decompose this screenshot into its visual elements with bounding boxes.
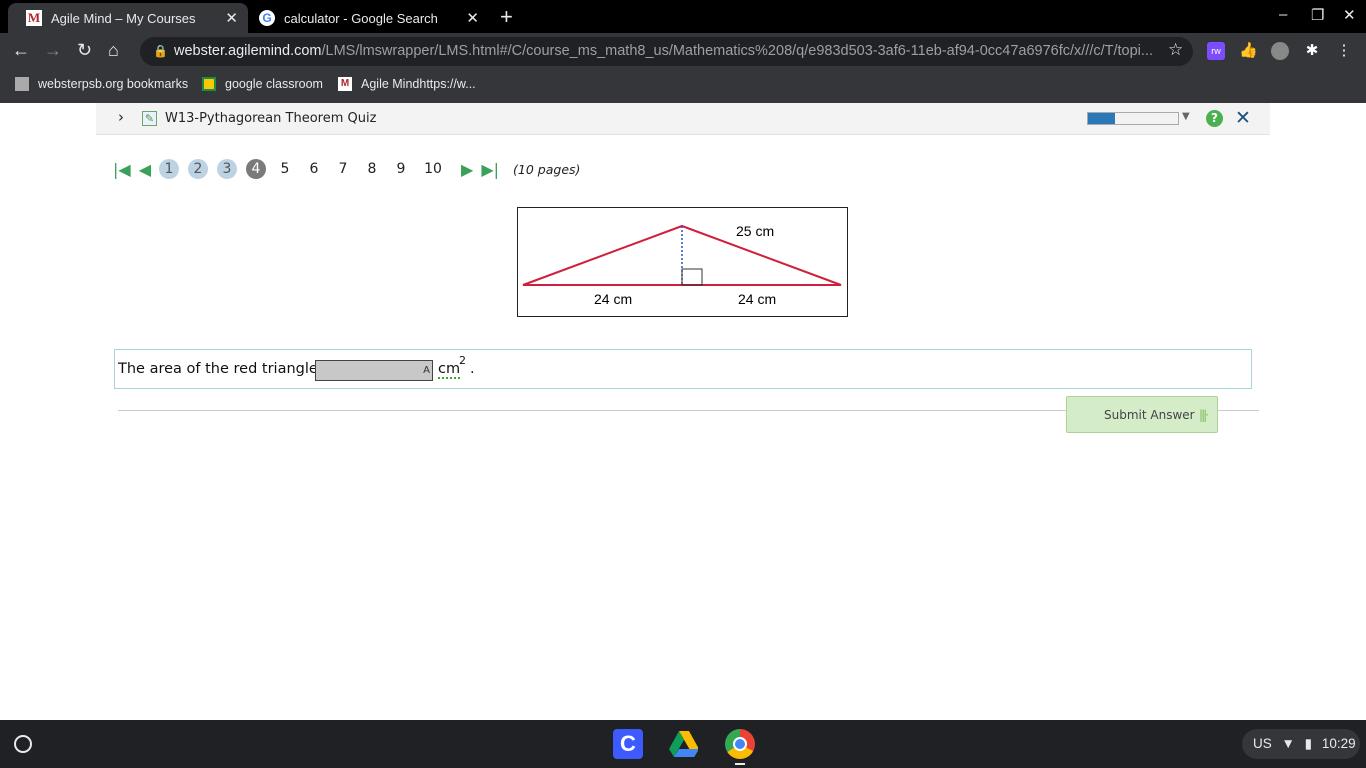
question-box: The area of the red triangle is A cm 2 . [114, 349, 1252, 389]
battery-icon: ▮ [1304, 736, 1313, 751]
tab-agile-mind[interactable]: M Agile Mind – My Courses ✕ [8, 3, 248, 33]
page-navigator: |◀ ◀ 1 2 3 4 5 6 7 8 9 10 ▶ ▶| (10 pages) [113, 158, 580, 180]
unit-exponent: 2 [459, 354, 466, 367]
previous-page-icon[interactable]: ◀ [139, 160, 151, 179]
answer-input[interactable]: A [315, 360, 433, 381]
help-icon[interactable]: ? [1206, 110, 1223, 127]
tab-title: calculator - Google Search [284, 10, 438, 26]
back-icon[interactable]: ← [12, 40, 30, 61]
agilemind-icon: M [338, 77, 352, 91]
reload-icon[interactable]: ↻ [77, 40, 92, 61]
right-base-label: 24 cm [738, 291, 776, 307]
close-tab-icon[interactable]: ✕ [466, 9, 479, 27]
tab-strip: M Agile Mind – My Courses ✕ G calculator… [0, 0, 1366, 33]
quiz-title: W13-Pythagorean Theorem Quiz [165, 111, 377, 126]
extension-thumbs-up-icon[interactable]: 👍 [1239, 42, 1258, 60]
window-close-icon[interactable]: ✕ [1343, 6, 1356, 24]
minimize-icon[interactable]: – [1279, 6, 1287, 23]
left-base-label: 24 cm [594, 291, 632, 307]
page-count: (10 pages) [513, 161, 581, 177]
quiz-progress-bar[interactable] [1087, 112, 1179, 125]
page-2-button[interactable]: 2 [188, 159, 209, 179]
submit-answer-button[interactable]: Submit Answer |||· [1066, 396, 1218, 433]
page-8-button[interactable]: 8 [362, 159, 382, 179]
home-icon[interactable]: ⌂ [108, 40, 119, 61]
page-10-button[interactable]: 10 [420, 159, 446, 179]
system-shelf: C US ▼ ▮ 10:29 [0, 720, 1366, 768]
tab-google-search[interactable]: G calculator - Google Search ✕ [241, 3, 489, 33]
close-quiz-icon[interactable]: ✕ [1235, 107, 1251, 129]
page-1-button[interactable]: 1 [159, 159, 180, 179]
bookmark-label: websterpsb.org bookmarks [38, 77, 189, 91]
url-host: webster.agilemind.com [174, 43, 322, 59]
submit-label: Submit Answer [1104, 408, 1195, 422]
extension-gorilla-icon[interactable] [1271, 42, 1289, 60]
bookmark-agile-mind[interactable]: M Agile Mindhttps://w... [338, 77, 476, 91]
lock-icon: 🔒 [153, 44, 168, 58]
wifi-icon: ▼ [1281, 736, 1295, 751]
agilemind-favicon-icon: M [26, 10, 42, 26]
dropdown-caret-icon[interactable]: ▼ [1182, 111, 1190, 122]
unit-label[interactable]: cm [438, 361, 461, 379]
hypotenuse-label: 25 cm [736, 223, 774, 239]
triangle-figure: 25 cm 24 cm 24 cm [517, 207, 848, 317]
audio-bars-icon: |||· [1199, 408, 1209, 422]
bookmarks-bar: websterpsb.org bookmarks google classroo… [0, 70, 1366, 103]
locale-label: US [1253, 736, 1272, 751]
page-4-button[interactable]: 4 [246, 159, 267, 179]
quiz-page: › ✎ W13-Pythagorean Theorem Quiz ▼ ? ✕ |… [0, 103, 1366, 720]
folder-icon [15, 77, 29, 91]
restore-icon[interactable]: ❐ [1311, 6, 1324, 24]
canvas-app-icon[interactable]: C [613, 729, 643, 759]
address-bar[interactable]: 🔒 webster.agilemind.com/LMS/lmswrapper/L… [140, 37, 1193, 66]
page-6-button[interactable]: 6 [304, 159, 324, 179]
bookmark-label: Agile Mindhttps://w... [361, 77, 476, 91]
new-tab-icon[interactable]: + [500, 4, 513, 30]
page-5-button[interactable]: 5 [275, 159, 295, 179]
last-page-icon[interactable]: ▶| [481, 160, 499, 179]
forward-icon[interactable]: → [44, 40, 62, 61]
browser-toolbar: ← → ↻ ⌂ 🔒 webster.agilemind.com/LMS/lmsw… [0, 33, 1366, 70]
google-drive-icon[interactable] [668, 729, 698, 759]
running-indicator [735, 763, 745, 765]
sentence-end: . [470, 361, 475, 377]
edit-note-icon: ✎ [142, 111, 157, 126]
close-tab-icon[interactable]: ✕ [225, 9, 238, 27]
bookmark-google-classroom[interactable]: google classroom [202, 77, 323, 91]
extension-rw-icon[interactable]: rw [1207, 42, 1225, 60]
google-favicon-icon: G [259, 10, 275, 26]
question-text: The area of the red triangle is [118, 361, 334, 377]
page-3-button[interactable]: 3 [217, 159, 238, 179]
tab-title: Agile Mind – My Courses [51, 10, 196, 26]
quiz-header: › ✎ W13-Pythagorean Theorem Quiz ▼ ? ✕ [96, 103, 1270, 135]
expand-chevron-icon[interactable]: › [118, 108, 124, 126]
page-9-button[interactable]: 9 [391, 159, 411, 179]
extensions-puzzle-icon[interactable]: ✱ [1303, 42, 1321, 60]
menu-kebab-icon[interactable]: ⋮ [1335, 42, 1353, 60]
bookmark-folder[interactable]: websterpsb.org bookmarks [15, 77, 188, 91]
classroom-icon [202, 77, 216, 91]
launcher-icon[interactable] [14, 735, 32, 753]
status-tray[interactable]: US ▼ ▮ 10:29 [1242, 729, 1360, 759]
first-page-icon[interactable]: |◀ [113, 160, 131, 179]
next-page-icon[interactable]: ▶ [461, 160, 473, 179]
url-path: /LMS/lmswrapper/LMS.html#/C/course_ms_ma… [321, 43, 1153, 59]
bookmark-label: google classroom [225, 77, 323, 91]
bookmark-star-icon[interactable]: ☆ [1168, 40, 1183, 60]
chrome-icon[interactable] [725, 729, 755, 759]
progress-fill [1088, 113, 1115, 124]
input-badge: A [423, 365, 430, 376]
clock: 10:29 [1321, 736, 1356, 751]
page-7-button[interactable]: 7 [333, 159, 353, 179]
